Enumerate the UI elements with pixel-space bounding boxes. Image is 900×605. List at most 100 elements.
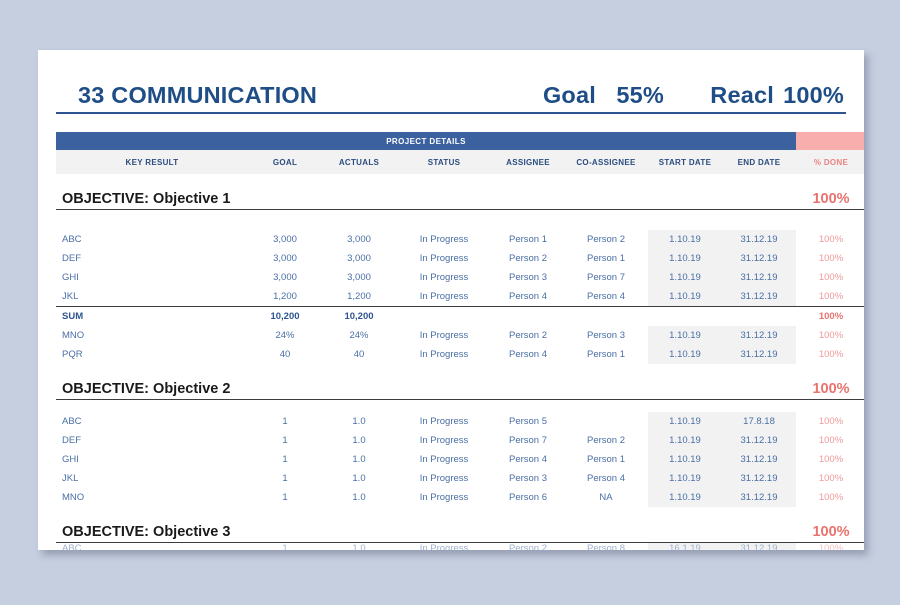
cell-status[interactable]: In Progress	[396, 469, 492, 488]
objective-title[interactable]: OBJECTIVE: Objective 3	[56, 507, 396, 543]
cell-co-assignee[interactable]	[564, 306, 648, 326]
cell-pct-done[interactable]: 100%	[796, 431, 864, 450]
cell-actuals[interactable]: 3,000	[322, 249, 396, 268]
cell-status[interactable]: In Progress	[396, 230, 492, 249]
table-row[interactable]: GHI 1 1.0 In Progress Person 4 Person 1 1.10.1…	[56, 450, 864, 469]
cell-status[interactable]: In Progress	[396, 412, 492, 431]
table-row[interactable]: GHI 3,000 3,000 In Progress Person 3 Person 7…	[56, 268, 864, 287]
cell-actuals[interactable]: 1.0	[322, 469, 396, 488]
cell-status[interactable]: In Progress	[396, 450, 492, 469]
column-header-co-assignee[interactable]: CO-ASSIGNEE	[564, 150, 648, 174]
cell-status[interactable]: In Progress	[396, 268, 492, 287]
cell-actuals[interactable]: 40	[322, 345, 396, 364]
cell-status[interactable]: In Progress	[396, 543, 492, 550]
cell-goal[interactable]: 1	[248, 488, 322, 507]
cell-end-date[interactable]: 31.12.19	[722, 287, 797, 307]
cell-key-result[interactable]: GHI	[56, 268, 248, 287]
cell-goal[interactable]: 1	[248, 431, 322, 450]
table-row[interactable]: DEF 3,000 3,000 In Progress Person 2 Person 1…	[56, 249, 864, 268]
cell-co-assignee[interactable]: Person 8	[564, 543, 648, 550]
objective-header-row[interactable]: OBJECTIVE: Objective 1 100%	[56, 174, 864, 210]
cell-key-result[interactable]: GHI	[56, 450, 248, 469]
cell-status[interactable]: In Progress	[396, 345, 492, 364]
cell-pct-done[interactable]: 100%	[796, 306, 864, 326]
cell-goal[interactable]: 3,000	[248, 249, 322, 268]
cell-pct-done[interactable]: 100%	[796, 249, 864, 268]
cell-actuals[interactable]: 24%	[322, 326, 396, 345]
cell-assignee[interactable]: Person 2	[492, 543, 564, 550]
cell-goal[interactable]: 1,200	[248, 287, 322, 307]
cell-start-date[interactable]: 1.10.19	[648, 345, 722, 364]
objective-title[interactable]: OBJECTIVE: Objective 1	[56, 174, 396, 210]
cell-end-date[interactable]: 31.12.19	[722, 488, 797, 507]
cell-pct-done[interactable]: 100%	[796, 412, 864, 431]
cell-pct-done[interactable]: 100%	[796, 326, 864, 345]
cell-actuals[interactable]: 1.0	[322, 431, 396, 450]
cell-pct-done[interactable]: 100%	[796, 287, 864, 307]
cell-key-result[interactable]: SUM	[56, 306, 248, 326]
cell-status[interactable]: In Progress	[396, 431, 492, 450]
cell-assignee[interactable]: Person 2	[492, 249, 564, 268]
cell-actuals[interactable]: 10,200	[322, 306, 396, 326]
cell-goal[interactable]: 1	[248, 543, 322, 550]
cell-start-date[interactable]: 1.10.19	[648, 488, 722, 507]
cell-key-result[interactable]: PQR	[56, 345, 248, 364]
cell-start-date[interactable]: 1.10.19	[648, 249, 722, 268]
cell-key-result[interactable]: JKL	[56, 287, 248, 307]
cell-start-date[interactable]: 1.10.19	[648, 230, 722, 249]
cell-co-assignee[interactable]: Person 1	[564, 345, 648, 364]
cell-start-date[interactable]: 1.10.19	[648, 469, 722, 488]
cell-status[interactable]	[396, 306, 492, 326]
cell-actuals[interactable]: 1,200	[322, 287, 396, 307]
cell-goal[interactable]: 40	[248, 345, 322, 364]
column-header-assignee[interactable]: ASSIGNEE	[492, 150, 564, 174]
cell-assignee[interactable]: Person 4	[492, 345, 564, 364]
cell-pct-done[interactable]: 100%	[796, 345, 864, 364]
cell-start-date[interactable]: 1.10.19	[648, 412, 722, 431]
cell-assignee[interactable]: Person 3	[492, 469, 564, 488]
objective-header-row[interactable]: OBJECTIVE: Objective 3 100%	[56, 507, 864, 543]
cell-key-result[interactable]: ABC	[56, 543, 248, 550]
cell-status[interactable]: In Progress	[396, 326, 492, 345]
cell-co-assignee[interactable]: Person 1	[564, 249, 648, 268]
cell-goal[interactable]: 1	[248, 450, 322, 469]
cell-key-result[interactable]: DEF	[56, 431, 248, 450]
cell-end-date[interactable]: 31.12.19	[722, 249, 797, 268]
cell-end-date[interactable]: 17.8.18	[722, 412, 797, 431]
table-row[interactable]: JKL 1 1.0 In Progress Person 3 Person 4 1.10.1…	[56, 469, 864, 488]
cell-assignee[interactable]: Person 1	[492, 230, 564, 249]
table-row[interactable]: JKL 1,200 1,200 In Progress Person 4 Person 4…	[56, 287, 864, 307]
cell-status[interactable]: In Progress	[396, 249, 492, 268]
cell-start-date[interactable]: 1.10.19	[648, 287, 722, 307]
cell-key-result[interactable]: DEF	[56, 249, 248, 268]
cell-co-assignee[interactable]: Person 4	[564, 469, 648, 488]
cell-pct-done[interactable]: 100%	[796, 469, 864, 488]
objective-header-row[interactable]: OBJECTIVE: Objective 2 100%	[56, 364, 864, 400]
column-header-actuals[interactable]: ACTUALS	[322, 150, 396, 174]
cell-actuals[interactable]: 3,000	[322, 230, 396, 249]
cell-pct-done[interactable]: 100%	[796, 543, 864, 550]
cell-goal[interactable]: 24%	[248, 326, 322, 345]
column-header-pct-done[interactable]: % DONE	[796, 150, 864, 174]
table-row[interactable]: MNO 24% 24% In Progress Person 2 Person 3 1.10…	[56, 326, 864, 345]
cell-assignee[interactable]: Person 7	[492, 431, 564, 450]
column-header-start-date[interactable]: START DATE	[648, 150, 722, 174]
cell-start-date[interactable]: 16.1.19	[648, 542, 722, 550]
cell-start-date[interactable]: 1.10.19	[648, 431, 722, 450]
cell-assignee[interactable]: Person 4	[492, 450, 564, 469]
cell-co-assignee[interactable]	[564, 412, 648, 431]
cell-start-date[interactable]	[648, 306, 722, 326]
cell-pct-done[interactable]: 100%	[796, 488, 864, 507]
cell-end-date[interactable]: 31.12.19	[722, 469, 797, 488]
objective-title[interactable]: OBJECTIVE: Objective 2	[56, 364, 396, 400]
cell-assignee[interactable]: Person 2	[492, 326, 564, 345]
cell-start-date[interactable]: 1.10.19	[648, 450, 722, 469]
cell-goal[interactable]: 1	[248, 469, 322, 488]
cell-assignee[interactable]: Person 3	[492, 268, 564, 287]
cell-assignee[interactable]: Person 4	[492, 287, 564, 307]
column-header-status[interactable]: STATUS	[396, 150, 492, 174]
table-row[interactable]: DEF 1 1.0 In Progress Person 7 Person 2 1.10.1…	[56, 431, 864, 450]
cell-pct-done[interactable]: 100%	[796, 230, 864, 249]
cell-assignee[interactable]: Person 6	[492, 488, 564, 507]
cell-actuals[interactable]: 1.0	[322, 450, 396, 469]
